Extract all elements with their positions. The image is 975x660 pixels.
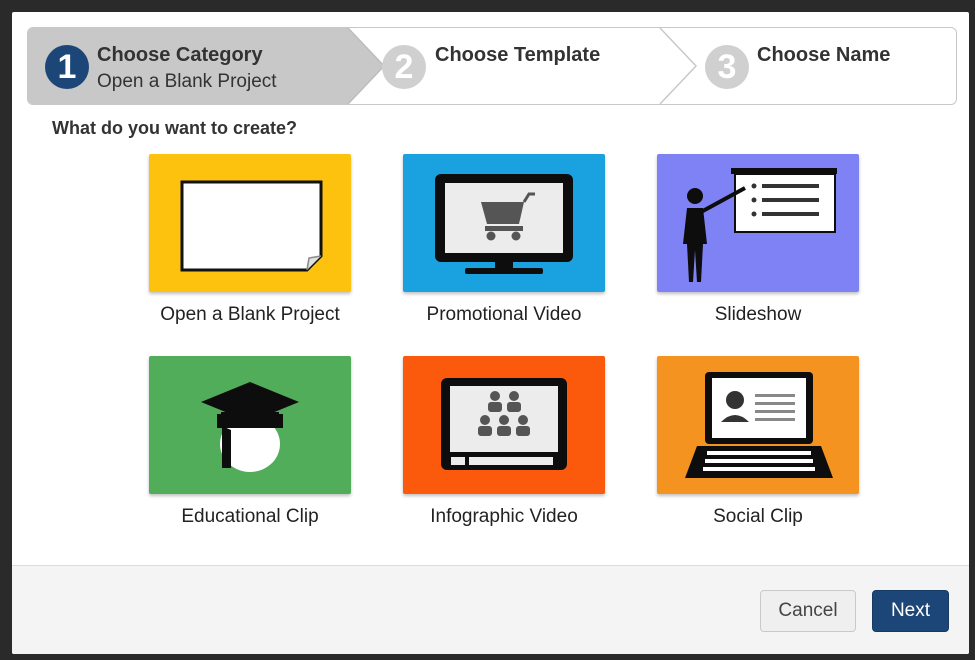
step-number-2: 2 — [382, 45, 426, 89]
cancel-button[interactable]: Cancel — [760, 590, 856, 632]
category-label: Infographic Video — [430, 506, 578, 527]
new-project-dialog: 1 Choose Category Open a Blank Project 2… — [12, 12, 969, 654]
category-tile-promotional-video[interactable] — [403, 154, 605, 292]
graduate-cap-icon — [201, 382, 299, 472]
laptop-profile-icon — [685, 372, 833, 478]
step-subtitle: Open a Blank Project — [97, 71, 277, 92]
category-label: Open a Blank Project — [160, 304, 340, 325]
category-label: Social Clip — [713, 506, 803, 527]
presenter-board-icon — [683, 168, 837, 282]
step-choose-template[interactable]: 2 Choose Template — [368, 28, 668, 104]
category-label: Slideshow — [714, 304, 802, 325]
step-number-1: 1 — [45, 45, 89, 89]
category-label: Promotional Video — [426, 304, 582, 325]
monitor-cart-icon — [435, 174, 573, 274]
category-tile-infographic-video[interactable] — [403, 356, 605, 494]
dialog-footer: Cancel Next — [12, 565, 969, 654]
wizard-stepper: 1 Choose Category Open a Blank Project 2… — [27, 27, 957, 105]
step-number-3: 3 — [705, 45, 749, 89]
step-title: Choose Category — [97, 44, 263, 66]
category-label: Educational Clip — [181, 506, 319, 527]
step-title: Choose Name — [757, 44, 891, 66]
step-choose-name[interactable]: 3 Choose Name — [688, 28, 956, 104]
category-tile-blank-project[interactable] — [149, 154, 351, 292]
step-title: Choose Template — [435, 44, 601, 66]
blank-page-icon — [180, 180, 323, 272]
category-tile-slideshow[interactable] — [657, 154, 859, 292]
category-tile-social-clip[interactable] — [657, 356, 859, 494]
step-choose-category[interactable]: 1 Choose Category Open a Blank Project — [28, 28, 368, 104]
create-prompt: What do you want to create? — [52, 118, 298, 138]
next-button[interactable]: Next — [872, 590, 949, 632]
category-tile-educational-clip[interactable] — [149, 356, 351, 494]
people-video-icon — [441, 378, 567, 470]
